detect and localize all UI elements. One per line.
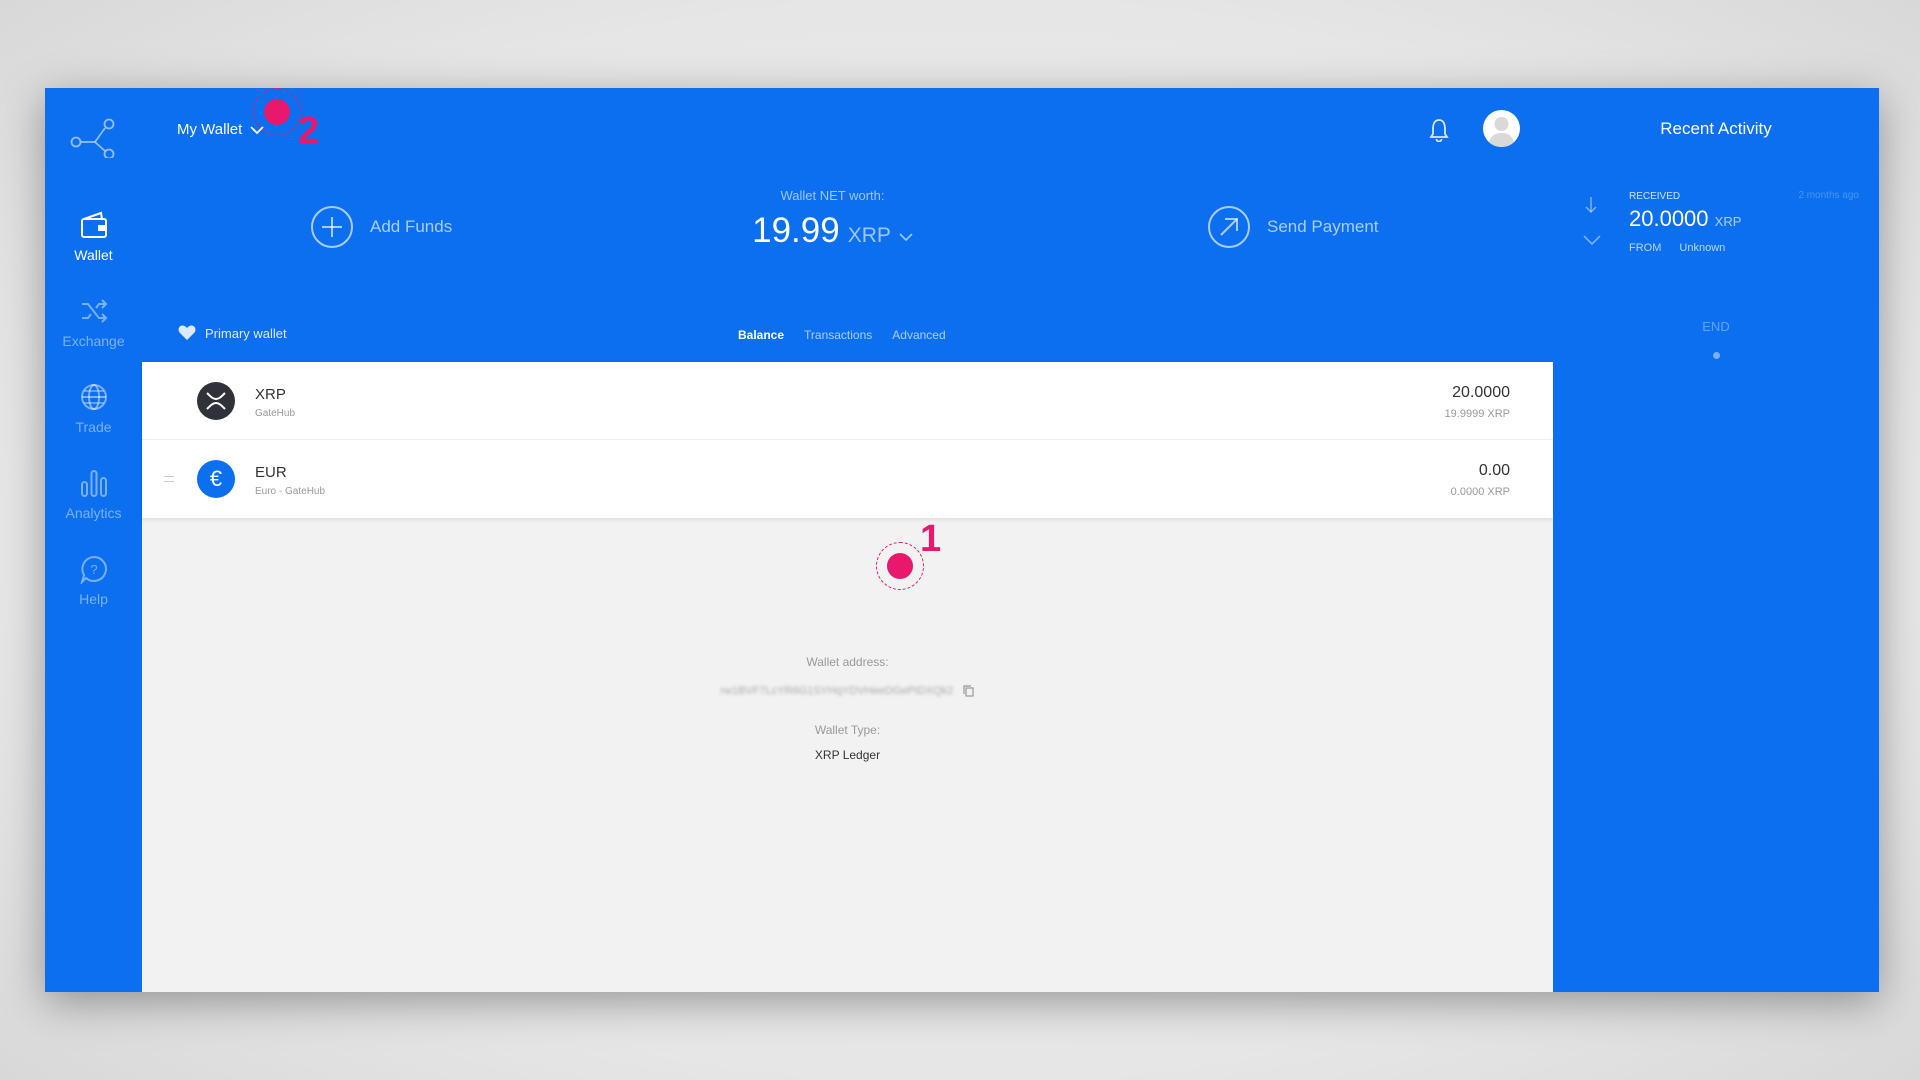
activity-item[interactable]: RECEIVED 2 months ago 20.0000 XRP FROM U… — [1553, 186, 1879, 266]
wallet-header: My Wallet Add Funds Wallet NET worth: 19… — [142, 88, 1553, 362]
wallet-type-label: Wallet Type: — [814, 723, 881, 737]
tab-advanced[interactable]: Advanced — [892, 328, 945, 342]
user-avatar[interactable] — [1483, 110, 1520, 147]
net-worth-currency: XRP — [847, 224, 891, 247]
list-item[interactable]: € EUR Euro - GateHub 0.00 0.0000 XRP — [142, 440, 1553, 518]
asset-name: EUR — [255, 464, 287, 481]
arrow-up-right-circle-icon — [1208, 206, 1250, 248]
app-window: Wallet Exchange Trade Analytics ? Help M… — [45, 88, 1879, 992]
asset-balance-xrp: 0.0000 XRP — [1450, 486, 1510, 498]
wallet-selector[interactable]: My Wallet — [177, 121, 264, 138]
drag-handle-icon[interactable] — [164, 476, 174, 482]
user-icon — [1488, 117, 1515, 147]
copy-icon[interactable] — [963, 685, 975, 697]
sidebar-item-label: Help — [79, 591, 108, 607]
sidebar: Wallet Exchange Trade Analytics ? Help — [45, 88, 142, 992]
sidebar-item-help[interactable]: ? Help — [45, 554, 142, 607]
recent-activity-title: Recent Activity — [1660, 119, 1772, 138]
wallet-address-label: Wallet address: — [806, 655, 889, 669]
help-bubble-icon: ? — [79, 555, 107, 584]
euro-icon: € — [197, 460, 235, 498]
globe-icon — [80, 384, 107, 410]
tab-balance[interactable]: Balance — [738, 328, 784, 342]
sidebar-item-label: Wallet — [74, 247, 113, 263]
marker-1 — [876, 542, 924, 590]
end-label: END — [1702, 319, 1730, 334]
wallet-address-row: rw1BVF7LcYR6G1SYHqYDVHeeDGePtDXQk2 — [142, 683, 1553, 697]
net-worth-label: Wallet NET worth: — [780, 188, 885, 203]
sidebar-item-trade[interactable]: Trade — [45, 382, 142, 435]
wallet-selector-label: My Wallet — [177, 121, 243, 138]
asset-balance-xrp: 19.9999 XRP — [1444, 408, 1510, 420]
arrow-down-icon — [1585, 197, 1597, 214]
asset-balance: 0.00 — [1478, 462, 1510, 479]
sidebar-item-exchange[interactable]: Exchange — [45, 296, 142, 349]
xrp-icon — [197, 382, 235, 420]
activity-type: RECEIVED — [1629, 191, 1681, 202]
chevron-down-icon — [1583, 235, 1601, 246]
net-worth-value: 19.99 — [752, 211, 840, 250]
sidebar-item-wallet[interactable]: Wallet — [45, 210, 142, 263]
tab-transactions[interactable]: Transactions — [804, 328, 872, 342]
asset-balance: 20.0000 — [1452, 384, 1510, 401]
heart-icon — [178, 325, 196, 340]
end-dot — [1713, 352, 1720, 359]
primary-wallet-label: Primary wallet — [205, 325, 287, 341]
sidebar-item-label: Trade — [75, 419, 112, 435]
sidebar-item-analytics[interactable]: Analytics — [45, 468, 142, 521]
marker-2-label: 2 — [298, 110, 320, 152]
wallet-address[interactable]: rw1BVF7LcYR6G1SYHqYDVHeeDGePtDXQk2 — [720, 685, 953, 697]
send-payment-button[interactable]: Send Payment — [1207, 205, 1379, 249]
wallet-type: XRP Ledger — [814, 748, 881, 762]
activity-time: 2 months ago — [1798, 190, 1859, 201]
primary-wallet-indicator: Primary wallet — [178, 325, 287, 341]
activity-from: FROM Unknown — [1629, 242, 1726, 254]
bell-icon — [1429, 119, 1449, 143]
recent-activity-panel: Recent Activity RECEIVED 2 months ago 20… — [1553, 88, 1879, 992]
asset-list: XRP GateHub 20.0000 19.9999 XRP € EUR Eu… — [142, 362, 1553, 518]
asset-issuer: GateHub — [255, 408, 296, 419]
chevron-down-icon — [899, 233, 913, 242]
wallet-icon — [80, 211, 107, 238]
main-content: My Wallet Add Funds Wallet NET worth: 19… — [142, 88, 1553, 992]
sidebar-item-label: Exchange — [62, 333, 125, 349]
list-item[interactable]: XRP GateHub 20.0000 19.9999 XRP — [142, 362, 1553, 440]
marker-2 — [253, 88, 301, 136]
asset-name: XRP — [255, 386, 286, 403]
notifications-button[interactable] — [1428, 118, 1450, 147]
bar-chart-icon — [80, 470, 107, 497]
activity-amount: 20.0000 XRP — [1629, 206, 1742, 231]
shuffle-icon — [81, 299, 107, 323]
marker-1-label: 1 — [920, 518, 942, 560]
wallet-tabs: Balance Transactions Advanced — [738, 328, 946, 342]
sidebar-item-label: Analytics — [65, 505, 122, 521]
svg-text:?: ? — [90, 562, 97, 577]
send-payment-label: Send Payment — [1267, 217, 1379, 236]
asset-issuer: Euro - GateHub — [255, 486, 326, 497]
net-worth-currency-selector[interactable]: 19.99 XRP — [752, 211, 913, 251]
app-logo[interactable] — [69, 102, 119, 160]
